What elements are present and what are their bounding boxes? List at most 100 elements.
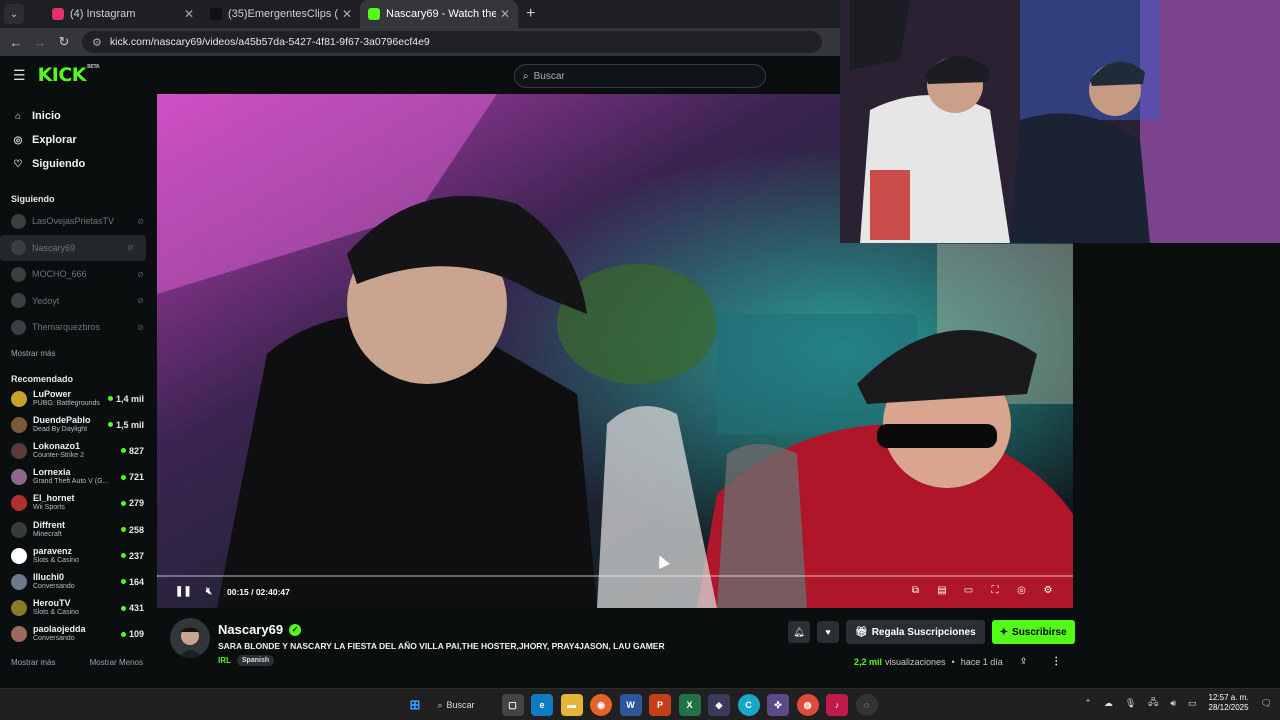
time-display: 00:15 / 02:40:47 — [227, 586, 290, 597]
back-button[interactable]: ← — [4, 35, 28, 50]
edge-icon[interactable]: e — [531, 694, 553, 716]
recommended-item[interactable]: DuendePablo Dead By Daylight 1,5 mil — [0, 412, 156, 438]
avatar — [11, 573, 27, 590]
chevron-down-icon: ⌄ — [9, 8, 19, 20]
channel-name[interactable]: Nascary69 ✓ — [218, 622, 302, 637]
notification-icon[interactable]: 🗨︎ — [1261, 698, 1272, 709]
browser-tab[interactable]: (4) Instagram ✕ — [44, 0, 202, 28]
following-item[interactable]: LasOvejasPrietasTV ⊘ — [0, 208, 156, 235]
word-icon[interactable]: W — [619, 694, 642, 716]
search-icon: ⌕ — [523, 70, 529, 82]
file-explorer-icon[interactable]: ▬ — [560, 694, 583, 716]
recommended-category: Slots & Casino — [33, 609, 79, 617]
nav-item-explorar[interactable]: ◎ Explorar — [0, 128, 156, 152]
tiktok-icon[interactable]: ♪ — [826, 694, 848, 716]
favicon-icon — [210, 8, 222, 20]
taskbar-search-label: Buscar — [446, 700, 475, 710]
theater-mode-button[interactable]: ▭ — [962, 585, 976, 597]
extra-app-icon[interactable]: ◌ — [855, 694, 878, 716]
progress-bar[interactable] — [157, 575, 1073, 577]
clock-date: 28/12/2025 — [1208, 703, 1249, 712]
following-item[interactable]: Themarquezbros ⊘ — [0, 314, 156, 341]
recommended-category: Conversando — [33, 582, 75, 590]
webcam-image — [840, 0, 1280, 243]
notifications-button[interactable]: 🔔︎ — [788, 621, 810, 643]
start-button[interactable]: ⊞ — [404, 694, 426, 716]
recommended-name: Lornexia — [33, 467, 71, 478]
recommended-item[interactable]: Illuchi0 Conversando 164 — [0, 569, 156, 595]
language-badge[interactable]: Spanish — [236, 655, 275, 666]
recommended-item[interactable]: LuPower PUBG: Battlegrounds 1,4 mil — [0, 386, 156, 412]
gift-subs-button[interactable]: 🎁︎ Regala Suscripciones — [846, 620, 985, 644]
address-bar[interactable]: ⚙ kick.com/nascary69/videos/a45b57da-542… — [82, 31, 822, 53]
windows-taskbar: ⊞ ⌕ Buscar ▢ e ▬ ◉ W P X ◆ C ✜ ◍ ♪ ◌ ⌃ ☁ … — [0, 688, 1280, 720]
mute-button[interactable]: 🔇︎ — [201, 586, 217, 597]
clip-button[interactable]: ▤ — [935, 585, 949, 597]
recommended-category: Dead By Daylight — [33, 425, 88, 433]
more-options-icon[interactable]: ⋮ — [1051, 656, 1061, 667]
cloud-icon[interactable]: ☁ — [1104, 698, 1113, 709]
recommended-category: PUBG: Battlegrounds — [33, 399, 100, 407]
following-item[interactable]: Yedoyt ⊘ — [0, 288, 156, 315]
taskbar-search[interactable]: ⌕ Buscar — [434, 693, 494, 717]
following-item[interactable]: Nascary69 ⊘ — [0, 234, 146, 261]
live-dot-icon — [120, 500, 126, 506]
excel-icon[interactable]: X — [678, 694, 701, 716]
viewer-count: 164 — [128, 576, 144, 587]
firefox-icon[interactable]: ◉ — [590, 694, 612, 716]
app-icon[interactable]: ◆ — [708, 694, 730, 716]
nav-item-siguiendo[interactable]: ♡ Siguiendo — [0, 152, 156, 176]
close-tab-icon[interactable]: ✕ — [500, 7, 510, 21]
miniplayer-button[interactable]: ⧉ — [909, 585, 923, 597]
recommended-name: HerouTV — [33, 598, 71, 609]
menu-icon[interactable]: ☰ — [13, 67, 26, 84]
share-icon[interactable]: ⇪ — [1020, 656, 1028, 667]
recommended-item[interactable]: Lornexia Grand Theft Auto V (G... 721 — [0, 464, 156, 490]
recommended-item[interactable]: Diffrent Minecraft 258 — [0, 516, 156, 542]
recommended-name: DuendePablo — [33, 414, 91, 425]
microphone-icon[interactable]: 🎙︎ — [1125, 698, 1136, 709]
recommended-item[interactable]: paravenz Slots & Casino 237 — [0, 543, 156, 569]
recommended-name: Diffrent — [33, 519, 65, 530]
battery-icon[interactable]: ▭ — [1188, 698, 1197, 709]
close-tab-icon[interactable]: ✕ — [342, 7, 352, 21]
recommended-name: LuPower — [33, 388, 72, 399]
volume-icon[interactable]: 🔊︎ — [1170, 698, 1176, 709]
playback-speed-button[interactable]: ◎ — [1015, 585, 1029, 597]
network-icon[interactable]: 🖧 — [1148, 695, 1158, 711]
chevron-up-icon[interactable]: ⌃ — [1084, 698, 1092, 709]
search-input[interactable]: ⌕ Buscar — [514, 64, 766, 88]
recommended-show-more[interactable]: Mostrar más — [11, 658, 55, 667]
canva-icon[interactable]: C — [737, 694, 760, 716]
pause-button[interactable]: ❚❚ — [175, 586, 192, 597]
following-show-more[interactable]: Mostrar más — [0, 349, 156, 358]
category-link[interactable]: IRL — [218, 656, 231, 665]
recommended-item[interactable]: Lokonazo1 Counter-Strike 2 827 — [0, 438, 156, 464]
browser-tab[interactable]: (35)EmergentesClips (@emerge ✕ — [202, 0, 360, 28]
settings-button[interactable]: ⚙ — [1041, 585, 1055, 597]
recommended-item[interactable]: paolaojedda Conversando 109 — [0, 621, 156, 647]
close-tab-icon[interactable]: ✕ — [184, 7, 194, 21]
recommended-item[interactable]: HerouTV Slots & Casino 431 — [0, 595, 156, 621]
new-tab-button[interactable]: + — [526, 5, 535, 23]
fullscreen-button[interactable]: ⛶ — [988, 585, 1002, 597]
tab-search-button[interactable]: ⌄ — [4, 4, 24, 24]
powerpoint-icon[interactable]: P — [649, 694, 671, 716]
kick-logo[interactable]: KICKBETA — [38, 64, 100, 86]
task-view-icon[interactable]: ▢ — [501, 694, 524, 716]
chrome-icon[interactable]: ◍ — [796, 694, 819, 716]
recommended-show-less[interactable]: Mostrar Menos — [90, 658, 143, 667]
reload-button[interactable]: ↻ — [52, 34, 76, 50]
channel-avatar[interactable] — [170, 618, 210, 658]
controller-icon[interactable]: ✜ — [767, 694, 789, 716]
recommended-item[interactable]: El_hornet Wii Sports 279 — [0, 490, 156, 516]
nav-item-inicio[interactable]: ⌂ Inicio — [0, 104, 156, 128]
subscribe-button[interactable]: ✦ Suscribirse — [991, 620, 1075, 644]
follow-button[interactable]: ♥ — [817, 621, 839, 643]
browser-tab[interactable]: Nascary69 - Watch the VOD on ✕ — [360, 0, 518, 28]
clock[interactable]: 12:57 a. m. 28/12/2025 — [1209, 693, 1249, 713]
following-name: LasOvejasPrietasTV — [32, 216, 115, 227]
forward-button[interactable]: → — [28, 35, 52, 50]
site-settings-icon[interactable]: ⚙ — [92, 36, 102, 49]
following-item[interactable]: MOCHO_666 ⊘ — [0, 261, 156, 288]
